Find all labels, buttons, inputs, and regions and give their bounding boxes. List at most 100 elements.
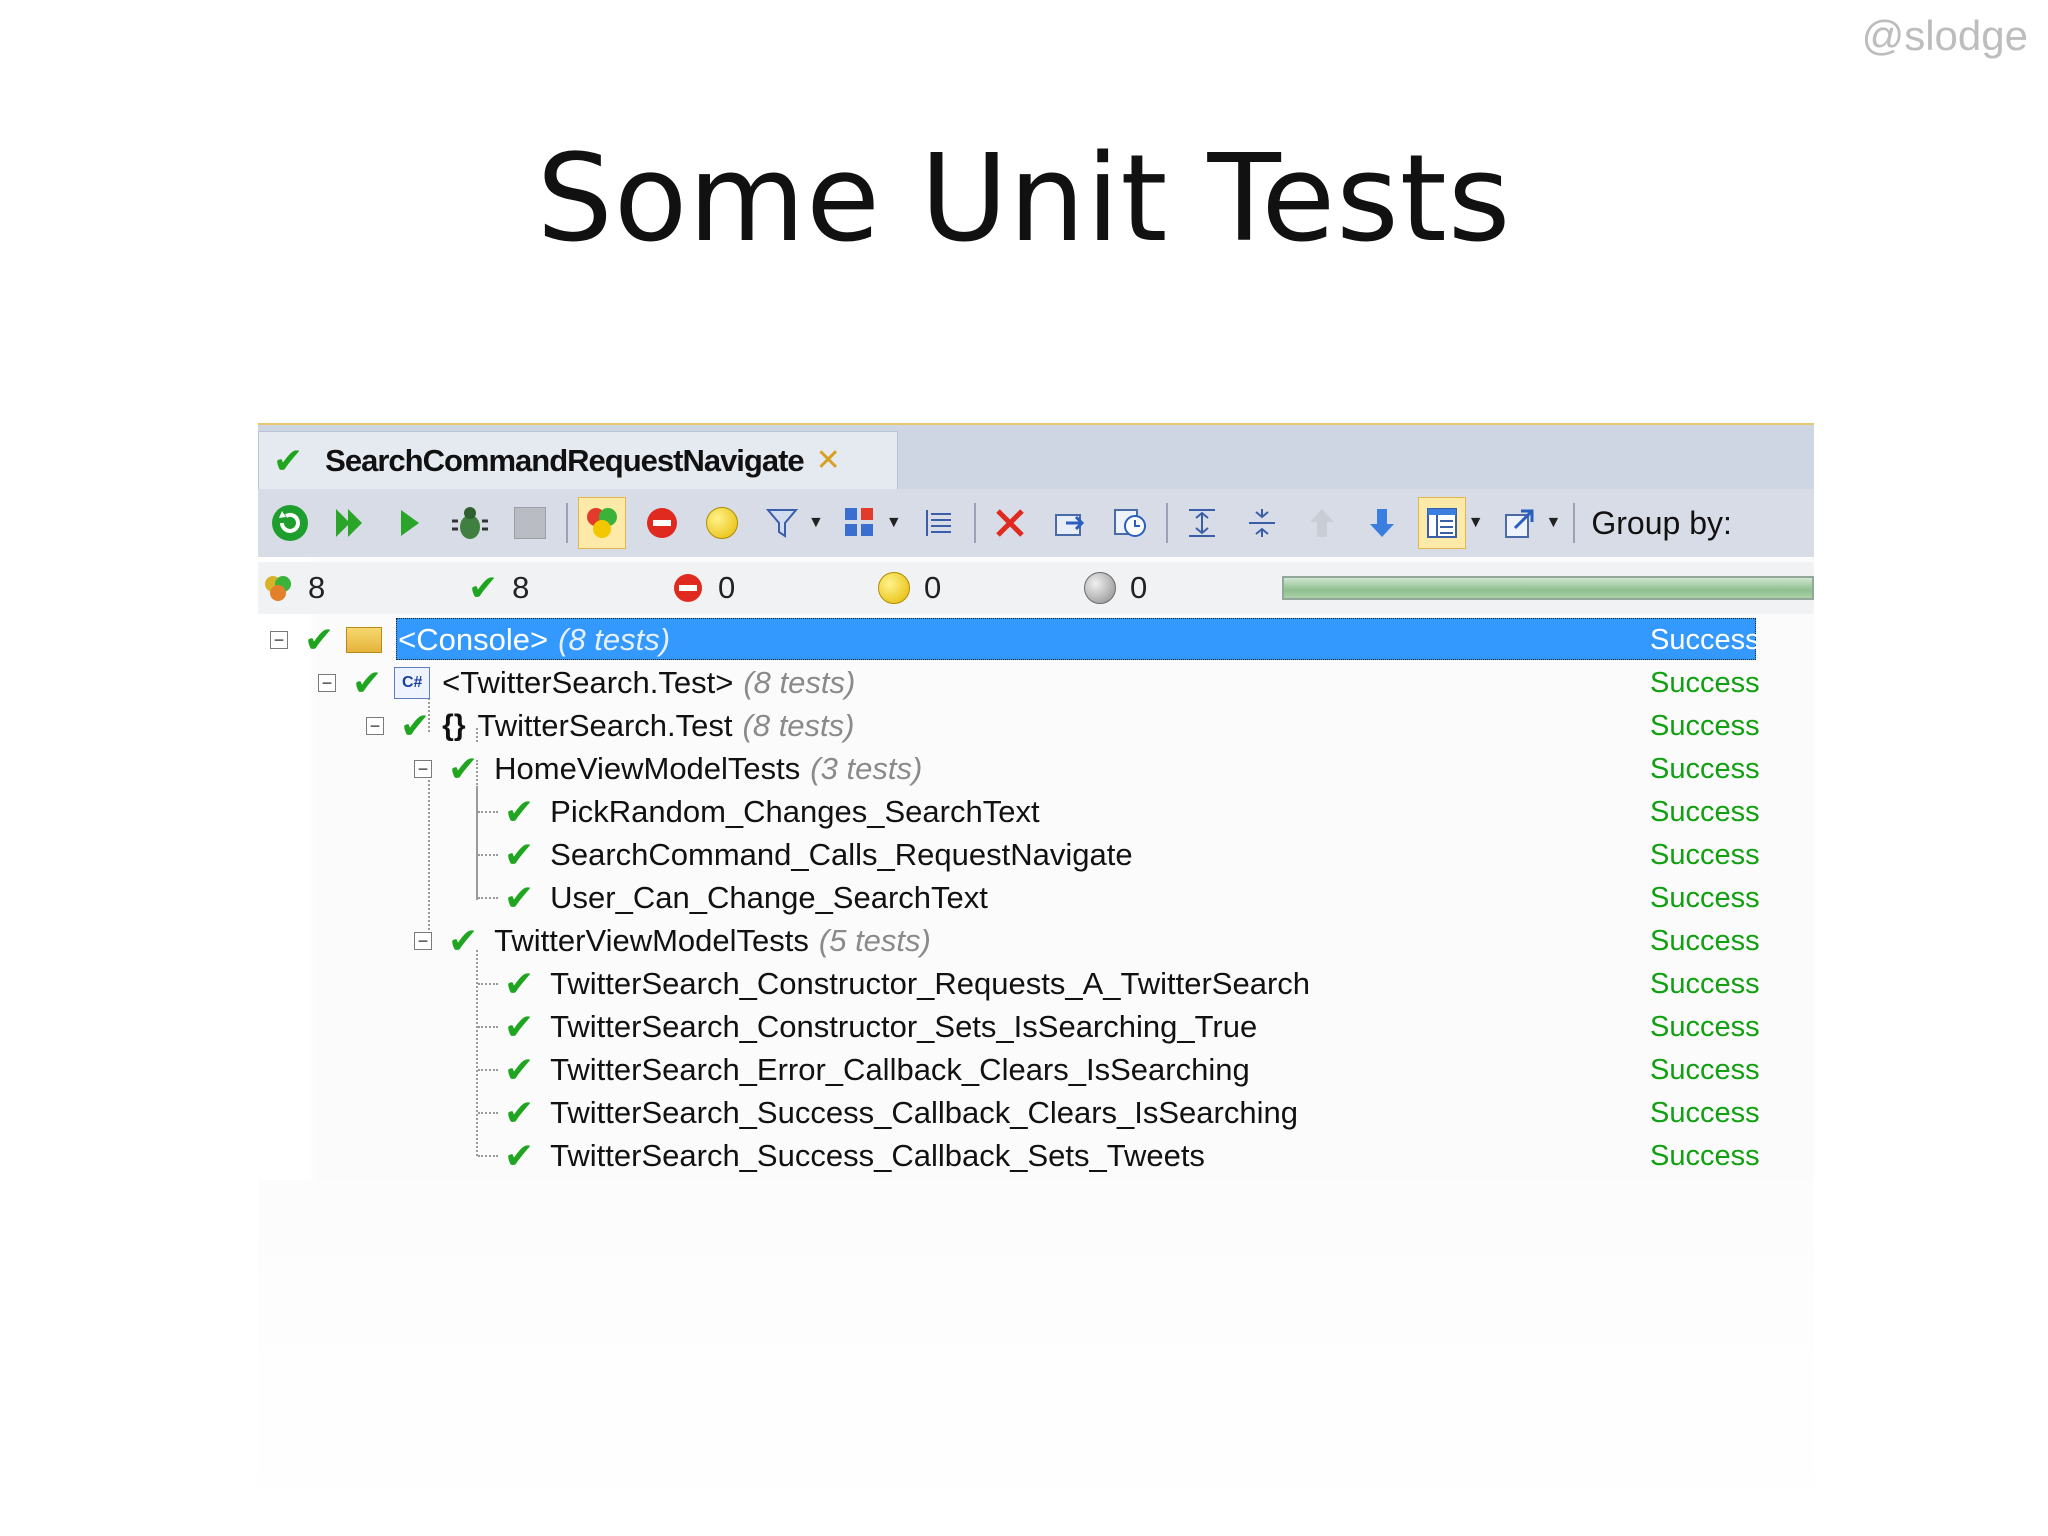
chevron-down-icon[interactable]: ▼: [1468, 514, 1484, 532]
tree-line: [476, 950, 478, 1156]
refresh-button[interactable]: [266, 497, 314, 549]
tree-node-fixture[interactable]: − ✔ TwitterViewModelTests (5 tests): [414, 921, 931, 961]
tree-node-fixture[interactable]: − ✔ HomeViewModelTests (3 tests): [414, 749, 922, 789]
tree-node-test[interactable]: ✔ User_Can_Change_SearchText: [504, 878, 988, 918]
tree-node-test[interactable]: ✔ TwitterSearch_Success_Callback_Clears_…: [504, 1093, 1298, 1133]
show-failed-button[interactable]: [638, 497, 686, 549]
node-count: (8 tests): [742, 708, 855, 743]
next-button[interactable]: [1358, 497, 1406, 549]
check-icon: ✔: [468, 567, 499, 608]
chevron-down-icon[interactable]: ▼: [808, 514, 824, 532]
tree-line: [478, 854, 498, 856]
status-badge: Success: [1650, 667, 1760, 699]
check-icon: ✔: [504, 1135, 535, 1176]
bug-icon: [452, 507, 488, 539]
clock-icon: [1113, 509, 1146, 537]
node-label: <Console>: [398, 622, 549, 657]
arrow-down-icon: [1369, 509, 1394, 537]
ignored-icon: [878, 572, 910, 604]
tree-node-test[interactable]: ✔ SearchCommand_Calls_RequestNavigate: [504, 835, 1133, 875]
failed-count[interactable]: 0: [672, 570, 735, 606]
group-by-label[interactable]: Group by:: [1591, 505, 1732, 542]
chevron-down-icon[interactable]: ▼: [1546, 514, 1562, 532]
open-editor-button[interactable]: [1496, 497, 1544, 549]
sort-button[interactable]: [914, 497, 962, 549]
node-count: (8 tests): [743, 665, 856, 700]
status-badge: Success: [1650, 624, 1760, 656]
slide-title: Some Unit Tests: [536, 130, 1512, 269]
export-button[interactable]: [1046, 497, 1094, 549]
total-value: 8: [308, 570, 326, 605]
check-icon: ✔: [504, 1006, 535, 1047]
not-run-value: 0: [1130, 570, 1148, 605]
tree-node-project[interactable]: − ✔ C# <TwitterSearch.Test> (8 tests): [318, 663, 855, 703]
tree-node-console[interactable]: − ✔ <Console> (8 tests): [270, 620, 670, 660]
session-tab[interactable]: ✔ SearchCommandRequestNavigate ✕: [258, 431, 898, 489]
tree-node-test[interactable]: ✔ TwitterSearch_Constructor_Sets_IsSearc…: [504, 1007, 1257, 1047]
all-tests-icon: [265, 576, 291, 601]
history-button[interactable]: [1106, 497, 1154, 549]
separator: [1165, 503, 1168, 543]
tree-node-test[interactable]: ✔ TwitterSearch_Success_Callback_Sets_Tw…: [504, 1136, 1205, 1176]
tree-node-test[interactable]: ✔ PickRandom_Changes_SearchText: [504, 792, 1040, 832]
check-icon: ✔: [504, 963, 535, 1004]
status-badge: Success: [1650, 753, 1760, 785]
toolbar: ▼ ▼ ▼ ▼ Group by:: [258, 489, 1814, 557]
not-run-count[interactable]: 0: [1084, 570, 1147, 606]
stop-button[interactable]: [506, 497, 554, 549]
arrow-up-icon: [1309, 509, 1334, 537]
check-icon: ✔: [400, 705, 431, 746]
filter-icon: [765, 509, 799, 538]
run-all-button[interactable]: [326, 497, 374, 549]
chevron-down-icon[interactable]: ▼: [886, 514, 902, 532]
previous-button[interactable]: [1298, 497, 1346, 549]
expand-all-button[interactable]: [1178, 497, 1226, 549]
show-all-button[interactable]: [578, 497, 626, 549]
node-label: TwitterSearch_Success_Callback_Sets_Twee…: [550, 1138, 1205, 1173]
node-label: TwitterViewModelTests: [494, 923, 809, 958]
status-badge: Success: [1650, 1140, 1760, 1172]
refresh-icon: [272, 505, 308, 541]
status-badge: Success: [1650, 1097, 1760, 1129]
tree-node-namespace[interactable]: − ✔ {} TwitterSearch.Test (8 tests): [366, 706, 854, 746]
tree-node-test[interactable]: ✔ TwitterSearch_Constructor_Requests_A_T…: [504, 964, 1310, 1004]
check-icon: ✔: [273, 439, 304, 481]
watermark: @slodge: [1861, 12, 2028, 59]
collapse-toggle[interactable]: −: [414, 932, 432, 950]
check-icon: ✔: [504, 1049, 535, 1090]
passed-count[interactable]: ✔ 8: [468, 570, 529, 606]
collapse-toggle[interactable]: −: [270, 631, 288, 649]
status-badge: Success: [1650, 1011, 1760, 1043]
tree-node-test[interactable]: ✔ TwitterSearch_Error_Callback_Clears_Is…: [504, 1050, 1250, 1090]
run-button[interactable]: [386, 497, 434, 549]
close-icon[interactable]: ✕: [816, 443, 841, 478]
status-badge: Success: [1650, 710, 1760, 742]
tab-strip: ✔ SearchCommandRequestNavigate ✕: [258, 423, 1814, 489]
inconclusive-count[interactable]: 0: [878, 570, 941, 606]
failed-icon: [674, 574, 702, 602]
collapse-all-button[interactable]: [1238, 497, 1286, 549]
total-count[interactable]: 8: [262, 570, 325, 606]
show-ignored-button[interactable]: [698, 497, 746, 549]
layout-button[interactable]: [1417, 497, 1466, 549]
status-bar: 8 ✔ 8 0 0 0: [258, 562, 1814, 614]
stop-icon: [514, 507, 546, 539]
check-icon: ✔: [352, 662, 383, 703]
csharp-project-icon: C#: [394, 667, 431, 699]
categories-button[interactable]: [836, 497, 884, 549]
node-label: TwitterSearch_Error_Callback_Clears_IsSe…: [550, 1052, 1250, 1087]
tree-line: [478, 1069, 498, 1071]
expand-icon: [1188, 509, 1215, 537]
tree-line: [478, 1155, 498, 1157]
separator: [973, 503, 976, 543]
collapse-toggle[interactable]: −: [318, 674, 336, 692]
collapse-toggle[interactable]: −: [414, 760, 432, 778]
check-icon: ✔: [504, 1092, 535, 1133]
tree-line: [478, 983, 498, 985]
tree-line: [478, 1112, 498, 1114]
clear-button[interactable]: [986, 497, 1034, 549]
filter-button[interactable]: [758, 497, 806, 549]
tree-line: [478, 1026, 498, 1028]
debug-button[interactable]: [446, 497, 494, 549]
collapse-toggle[interactable]: −: [366, 717, 384, 735]
